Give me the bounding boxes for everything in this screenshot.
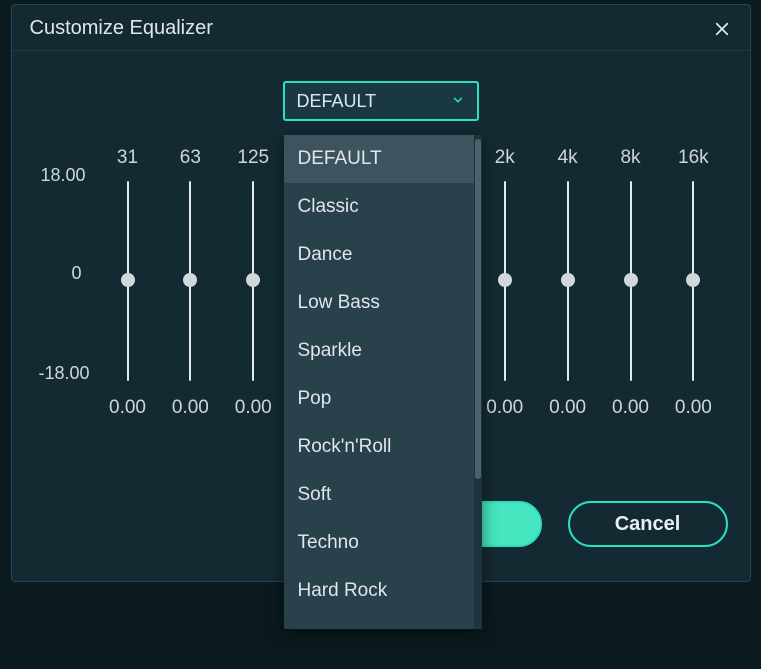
preset-option[interactable]: Rock'n'Roll (284, 423, 474, 471)
gain-value: 0.00 (486, 397, 523, 419)
slider-track[interactable] (630, 181, 632, 381)
preset-option[interactable]: Soft (284, 471, 474, 519)
band-63: 630.00 (160, 147, 220, 437)
freq-label: 125 (237, 147, 269, 175)
band-8k: 8k 0.00 (601, 147, 661, 437)
slider-thumb[interactable] (561, 273, 575, 287)
band-2k: 2k 0.00 (475, 147, 535, 437)
slider-track[interactable] (692, 181, 694, 381)
slider-thumb[interactable] (498, 273, 512, 287)
dropdown-scrollbar[interactable] (474, 135, 482, 629)
slider-thumb[interactable] (246, 273, 260, 287)
preset-dropdown[interactable]: DEFAULT Classic Dance Low Bass Sparkle P… (284, 135, 482, 629)
gain-value: 0.00 (235, 397, 272, 419)
preset-option[interactable]: Sparkle (284, 327, 474, 375)
slider-thumb[interactable] (686, 273, 700, 287)
title-bar: Customize Equalizer (12, 5, 750, 51)
chevron-down-icon (451, 91, 465, 112)
gain-value: 0.00 (675, 397, 712, 419)
freq-label: 8k (620, 147, 640, 175)
dialog-title: Customize Equalizer (30, 17, 213, 40)
slider-track[interactable] (567, 181, 569, 381)
scale-max: 18.00 (40, 165, 85, 186)
slider-thumb[interactable] (121, 273, 135, 287)
preset-selected-label: DEFAULT (297, 91, 377, 112)
preset-option[interactable]: Low Bass (284, 279, 474, 327)
preset-option[interactable]: Pop (284, 375, 474, 423)
freq-label: 4k (558, 147, 578, 175)
preset-dropdown-list: DEFAULT Classic Dance Low Bass Sparkle P… (284, 135, 474, 629)
slider-thumb[interactable] (624, 273, 638, 287)
scale-mid: 0 (71, 263, 81, 284)
scrollbar-thumb[interactable] (475, 139, 481, 479)
gain-value: 0.00 (172, 397, 209, 419)
band-4k: 4k 0.00 (538, 147, 598, 437)
gain-value: 0.00 (612, 397, 649, 419)
band-16k: 16k 0.00 (663, 147, 723, 437)
gain-scale: 18.00 0 -18.00 (30, 147, 90, 437)
gain-value: 0.00 (549, 397, 586, 419)
preset-option[interactable]: Techno (284, 519, 474, 567)
scale-min: -18.00 (38, 363, 89, 384)
slider-thumb[interactable] (183, 273, 197, 287)
band-125: 125 0.00 (223, 147, 283, 437)
freq-label: 16k (678, 147, 709, 175)
band-31: 310.00 (98, 147, 158, 437)
close-icon[interactable] (712, 19, 732, 39)
slider-track[interactable] (127, 181, 129, 381)
gain-value: 0.00 (109, 397, 146, 419)
preset-select[interactable]: DEFAULT (283, 81, 479, 121)
preset-option[interactable]: Hard Rock (284, 567, 474, 615)
freq-label: 2k (495, 147, 515, 175)
preset-option[interactable]: Dance (284, 231, 474, 279)
slider-track[interactable] (189, 181, 191, 381)
preset-option[interactable]: Classic (284, 183, 474, 231)
slider-track[interactable] (504, 181, 506, 381)
cancel-button[interactable]: Cancel (568, 501, 728, 547)
slider-track[interactable] (252, 181, 254, 381)
freq-label: 63 (180, 147, 201, 175)
preset-option[interactable]: DEFAULT (284, 135, 474, 183)
freq-label: 31 (117, 147, 138, 175)
equalizer-dialog: Customize Equalizer DEFAULT 18.00 0 -18.… (11, 4, 751, 582)
